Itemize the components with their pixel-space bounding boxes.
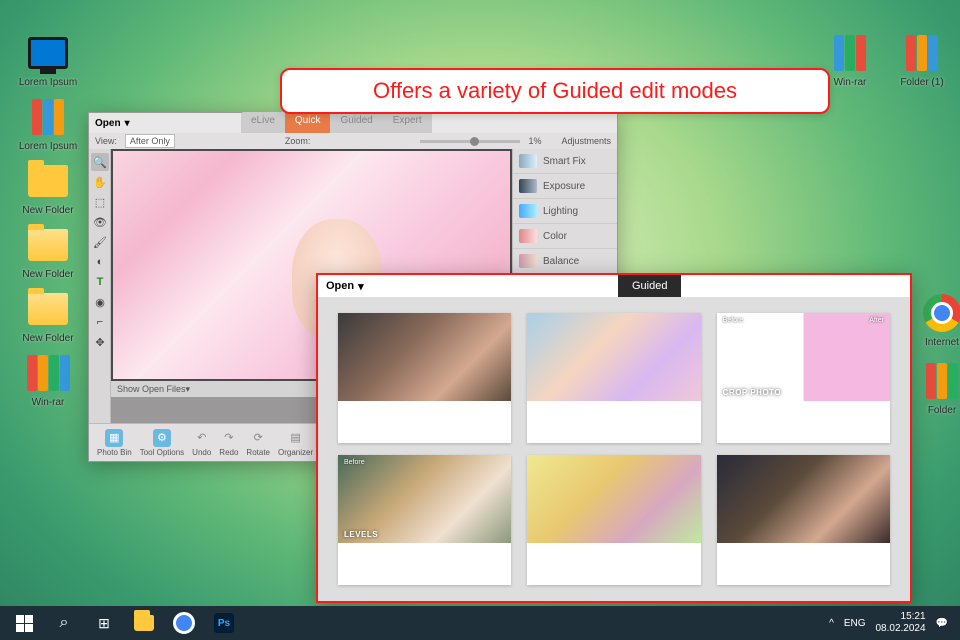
open-button[interactable]: Open ▾ (95, 118, 130, 129)
search-button[interactable]: ⌕ (44, 606, 84, 640)
guided-card-levels[interactable]: BeforeLEVELS (338, 455, 511, 585)
editor-toolbar: View: After Only Zoom: 1% Adjustments (89, 133, 617, 149)
folder-icon (134, 615, 154, 631)
organizer-button[interactable]: ▤Organizer (278, 429, 313, 457)
icon-label: Win-rar (32, 397, 65, 408)
chevron-down-icon: ▾ (358, 280, 364, 293)
icon-label: Internet (925, 337, 959, 348)
adj-smartfix[interactable]: Smart Fix (513, 149, 617, 174)
desktop-icon-folder1[interactable]: Folder (1) (892, 32, 952, 88)
binders-icon (27, 355, 70, 391)
windows-icon (16, 615, 33, 632)
binders-icon (32, 99, 64, 135)
brush-tool[interactable]: 🖌 (91, 233, 109, 251)
folder-icon (28, 165, 68, 197)
binders-icon (926, 363, 958, 399)
guided-card[interactable] (527, 455, 700, 585)
mode-tabs: eLive Quick Guided Expert (241, 112, 432, 133)
guided-edit-window: Open ▾ Guided BeforeAfterCROP PHOTO Befo… (316, 273, 912, 603)
undo-button[interactable]: ↶Undo (192, 429, 211, 457)
guided-grid: BeforeAfterCROP PHOTO BeforeLEVELS (318, 297, 910, 601)
desktop-icon-winrar[interactable]: Win-rar (18, 352, 78, 408)
chevron-down-icon: ▾ (125, 118, 130, 129)
rotate-button[interactable]: ⟳Rotate (246, 429, 270, 457)
desktop-icon-folder[interactable]: New Folder (18, 160, 78, 216)
move-tool[interactable]: ✥ (91, 333, 109, 351)
icon-label: New Folder (22, 269, 73, 280)
view-label: View: (95, 136, 117, 146)
tray-chevron-icon[interactable]: ^ (829, 618, 834, 629)
ps-icon: Ps (214, 613, 234, 633)
chrome-icon (174, 613, 194, 633)
date: 08.02.2024 (875, 623, 925, 635)
open-button[interactable]: Open ▾ (326, 280, 364, 293)
start-button[interactable] (4, 606, 44, 640)
select-tool[interactable]: ⬚ (91, 193, 109, 211)
clone-tool[interactable]: ◉ (91, 293, 109, 311)
taskbar: ⌕ ⊞ Ps ^ ENG 15:21 08.02.2024 💬 (0, 606, 960, 640)
zoom-label: Zoom: (285, 136, 311, 146)
guided-card[interactable] (717, 455, 890, 585)
tab-guided[interactable]: Guided (330, 112, 382, 133)
eye-tool[interactable]: 👁 (91, 213, 109, 231)
clock[interactable]: 15:21 08.02.2024 (875, 611, 925, 635)
explorer-button[interactable] (124, 606, 164, 640)
text-tool[interactable]: T (91, 273, 109, 291)
adj-lighting[interactable]: Lighting (513, 199, 617, 224)
guided-card[interactable] (527, 313, 700, 443)
tab-expert[interactable]: Expert (383, 112, 432, 133)
tab-elive[interactable]: eLive (241, 112, 285, 133)
desktop-icon-binders[interactable]: Lorem Ipsum (18, 96, 78, 152)
adjustments-header: Adjustments (561, 136, 611, 146)
heal-tool[interactable]: ◐ (91, 253, 109, 271)
binders-icon (906, 35, 938, 71)
desktop-icon-chrome[interactable]: Internet (912, 292, 960, 348)
taskview-button[interactable]: ⊞ (84, 606, 124, 640)
crop-tool[interactable]: ⌐ (91, 313, 109, 331)
icon-label: Lorem Ipsum (19, 77, 77, 88)
folder-icon (28, 293, 68, 325)
adj-balance[interactable]: Balance (513, 249, 617, 274)
zoom-slider[interactable] (420, 140, 520, 143)
photoshop-button[interactable]: Ps (204, 606, 244, 640)
guided-card[interactable] (338, 313, 511, 443)
callout-banner: Offers a variety of Guided edit modes (280, 68, 830, 114)
icon-label: Folder (928, 405, 956, 416)
tab-quick[interactable]: Quick (285, 112, 331, 133)
desktop-icon-monitor[interactable]: Lorem Ipsum (18, 32, 78, 88)
hand-tool[interactable]: ✋ (91, 173, 109, 191)
folder-icon (28, 229, 68, 261)
icon-label: Lorem Ipsum (19, 141, 77, 152)
binders-icon (834, 35, 866, 71)
taskview-icon: ⊞ (98, 615, 110, 632)
desktop-icon-folder[interactable]: New Folder (18, 224, 78, 280)
adj-exposure[interactable]: Exposure (513, 174, 617, 199)
tab-guided[interactable]: Guided (618, 275, 681, 297)
adj-color[interactable]: Color (513, 224, 617, 249)
guided-card-crop[interactable]: BeforeAfterCROP PHOTO (717, 313, 890, 443)
monitor-icon (28, 37, 68, 69)
icon-label: New Folder (22, 205, 73, 216)
search-icon: ⌕ (60, 614, 69, 632)
tool-palette: 🔍 ✋ ⬚ 👁 🖌 ◐ T ◉ ⌐ ✥ (89, 149, 111, 423)
language-indicator[interactable]: ENG (844, 618, 866, 629)
tool-options-button[interactable]: ⚙Tool Options (140, 429, 184, 457)
zoom-tool[interactable]: 🔍 (91, 153, 109, 171)
zoom-value: 1% (528, 136, 541, 146)
guided-header: Open ▾ Guided (318, 275, 910, 297)
redo-button[interactable]: ↷Redo (219, 429, 238, 457)
desktop-icon-folder[interactable]: New Folder (18, 288, 78, 344)
desktop-icon-folder[interactable]: Folder (912, 360, 960, 416)
icon-label: New Folder (22, 333, 73, 344)
notification-icon[interactable]: 💬 (936, 618, 948, 629)
editor-menubar: Open ▾ eLive Quick Guided Expert (89, 113, 617, 133)
photo-bin-button[interactable]: ▦Photo Bin (97, 429, 132, 457)
view-dropdown[interactable]: After Only (125, 134, 175, 148)
chrome-button[interactable] (164, 606, 204, 640)
chrome-icon (923, 294, 960, 332)
time: 15:21 (875, 611, 925, 623)
icon-label: Win-rar (834, 77, 867, 88)
callout-text: Offers a variety of Guided edit modes (373, 78, 737, 104)
icon-label: Folder (1) (900, 77, 943, 88)
